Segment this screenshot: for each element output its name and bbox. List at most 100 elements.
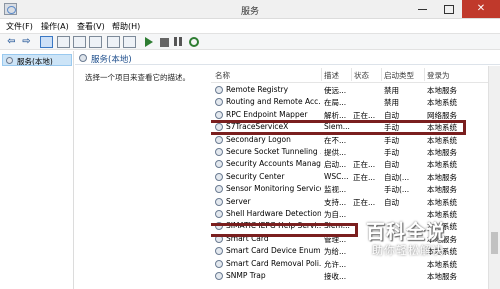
scrollbar-thumb[interactable] xyxy=(491,232,498,254)
service-row[interactable]: Remote Registry 使远... 禁用 本地服务 xyxy=(211,84,491,97)
watermark-subtitle: 助你轻松解决 xyxy=(372,244,444,257)
gear-icon xyxy=(79,54,87,62)
service-gear-icon xyxy=(215,148,223,156)
service-startup-type: 自动 xyxy=(384,197,399,207)
service-description: 为自... xyxy=(324,210,347,219)
service-row[interactable]: Security Center WSC... 正在... 自动(... 本地服务 xyxy=(211,171,491,184)
service-name: RPC Endpoint Mapper xyxy=(226,109,308,119)
service-gear-icon xyxy=(215,98,223,107)
back-icon[interactable]: ⇦ xyxy=(5,36,18,48)
service-logon-as: 本地系统 xyxy=(427,259,457,269)
column-name[interactable]: 名称 xyxy=(215,70,230,81)
column-divider[interactable] xyxy=(321,68,322,81)
description-text: 选择一个项目来查看它的描述。 xyxy=(85,73,190,82)
service-status: 正在... xyxy=(353,172,376,182)
service-gear-icon xyxy=(215,110,223,119)
watermark-title: 百科全说 xyxy=(366,221,447,243)
tree-item-services-local[interactable]: 服务(本地) xyxy=(2,54,72,66)
vertical-scrollbar[interactable] xyxy=(488,66,500,289)
forward-icon[interactable]: ⇨ xyxy=(20,36,33,48)
menu-action[interactable]: 操作(A) xyxy=(41,21,69,32)
service-name: Security Center xyxy=(226,171,285,181)
service-description: 为给... xyxy=(324,247,347,257)
menu-help[interactable]: 帮助(H) xyxy=(112,21,140,32)
panel-title: 服务(本地) xyxy=(91,55,132,65)
service-row[interactable]: Server 支持... 正在... 自动 本地系统 xyxy=(211,196,491,209)
service-startup-type: 手动 xyxy=(384,148,399,157)
column-status[interactable]: 状态 xyxy=(354,70,369,81)
service-row[interactable]: Sensor Monitoring Service 监视... 手动(... 本地服务 xyxy=(211,183,491,196)
service-logon-as: 本地系统 xyxy=(427,160,457,170)
stop-icon[interactable] xyxy=(160,38,169,47)
service-name: Shell Hardware Detection xyxy=(226,209,321,218)
service-row[interactable]: Security Accounts Manag... 启动... 正在... 自动 本地… xyxy=(211,158,491,171)
service-name: Smart Card Removal Poli... xyxy=(226,258,321,268)
service-startup-type: 禁用 xyxy=(384,86,399,95)
service-logon-as: 本地服务 xyxy=(427,172,457,182)
service-status: 正在... xyxy=(353,160,376,170)
service-logon-as: 本地系统 xyxy=(427,197,457,207)
help-icon[interactable] xyxy=(107,36,120,48)
service-description: 启动... xyxy=(324,160,347,170)
service-logon-as: 本地系统 xyxy=(427,98,457,108)
service-gear-icon xyxy=(215,86,223,94)
column-startup-type[interactable]: 启动类型 xyxy=(384,70,414,81)
service-logon-as: 本地服务 xyxy=(427,185,457,195)
column-header-row: 名称 描述 状态 启动类型 登录为 xyxy=(211,66,500,83)
toolbar: ⇦ ⇨ xyxy=(0,33,500,50)
service-description: 允许... xyxy=(324,259,347,269)
console-tree-icon[interactable] xyxy=(40,36,53,48)
menu-file[interactable]: 文件(F) xyxy=(6,21,33,32)
properties-icon[interactable] xyxy=(57,36,70,48)
refresh-icon[interactable] xyxy=(73,36,86,48)
export-icon[interactable] xyxy=(89,36,102,48)
service-row[interactable]: Secondary Logon 在不... 手动 本地系统 xyxy=(211,134,491,147)
service-startup-type: 手动 xyxy=(384,135,399,145)
service-description: WSC... xyxy=(324,171,349,181)
service-row[interactable]: Smart Card Removal Poli... 允许... 本地系统 xyxy=(211,258,491,271)
tree-item-label: 服务(本地) xyxy=(17,57,53,66)
service-status: 正在... xyxy=(353,197,376,207)
service-description: 接收... xyxy=(324,272,347,281)
highlight-box-simatic-iepg xyxy=(211,223,358,237)
service-row[interactable]: Smart Card Device Enum... 为给... 本地系统 xyxy=(211,245,491,258)
service-startup-type: 自动 xyxy=(384,160,399,170)
service-logon-as: 本地服务 xyxy=(427,148,457,157)
column-description[interactable]: 描述 xyxy=(324,70,339,81)
service-name: Secondary Logon xyxy=(226,134,291,144)
column-divider[interactable] xyxy=(381,68,382,81)
console-tree: 服务(本地) xyxy=(0,51,74,289)
minimize-button[interactable] xyxy=(410,0,436,18)
service-logon-as: 本地服务 xyxy=(427,272,457,281)
service-name: Remote Registry xyxy=(226,85,289,94)
service-startup-type: 自动(... xyxy=(384,172,410,182)
service-name: Sensor Monitoring Service xyxy=(226,184,321,194)
maximize-button[interactable] xyxy=(436,0,462,18)
service-gear-icon xyxy=(215,160,223,169)
service-list: 名称 描述 状态 启动类型 登录为 Remote Registry 使远... 禁用… xyxy=(211,66,500,289)
service-gear-icon xyxy=(215,259,223,268)
service-description: 监视... xyxy=(324,185,347,195)
service-name: Secure Socket Tunneling ... xyxy=(226,147,321,156)
menu-view[interactable]: 查看(V) xyxy=(77,21,105,32)
start-icon[interactable] xyxy=(145,37,153,47)
service-row[interactable]: Routing and Remote Acc... 在局... 禁用 本地系统 xyxy=(211,96,491,109)
title-bar: 服务 ✕ xyxy=(0,0,500,19)
close-button[interactable]: ✕ xyxy=(462,0,500,18)
service-name: Server xyxy=(226,196,251,206)
restart-icon[interactable] xyxy=(189,37,199,47)
column-divider[interactable] xyxy=(351,68,352,81)
column-divider[interactable] xyxy=(424,68,425,81)
service-gear-icon xyxy=(215,135,223,144)
view-icon[interactable] xyxy=(123,36,136,48)
service-startup-type: 禁用 xyxy=(384,98,399,108)
service-row[interactable]: Secure Socket Tunneling ... 提供... 手动 本地服务 xyxy=(211,146,491,159)
service-logon-as: 本地服务 xyxy=(427,86,457,95)
service-row[interactable]: SNMP Trap 接收... 本地服务 xyxy=(211,270,491,283)
column-logon-as[interactable]: 登录为 xyxy=(427,70,450,81)
service-row[interactable]: Shell Hardware Detection 为自... 本地系统 xyxy=(211,208,491,221)
service-description: 在局... xyxy=(324,98,347,108)
pause-icon[interactable] xyxy=(172,36,185,48)
gear-icon xyxy=(6,57,13,64)
service-gear-icon xyxy=(215,172,223,181)
